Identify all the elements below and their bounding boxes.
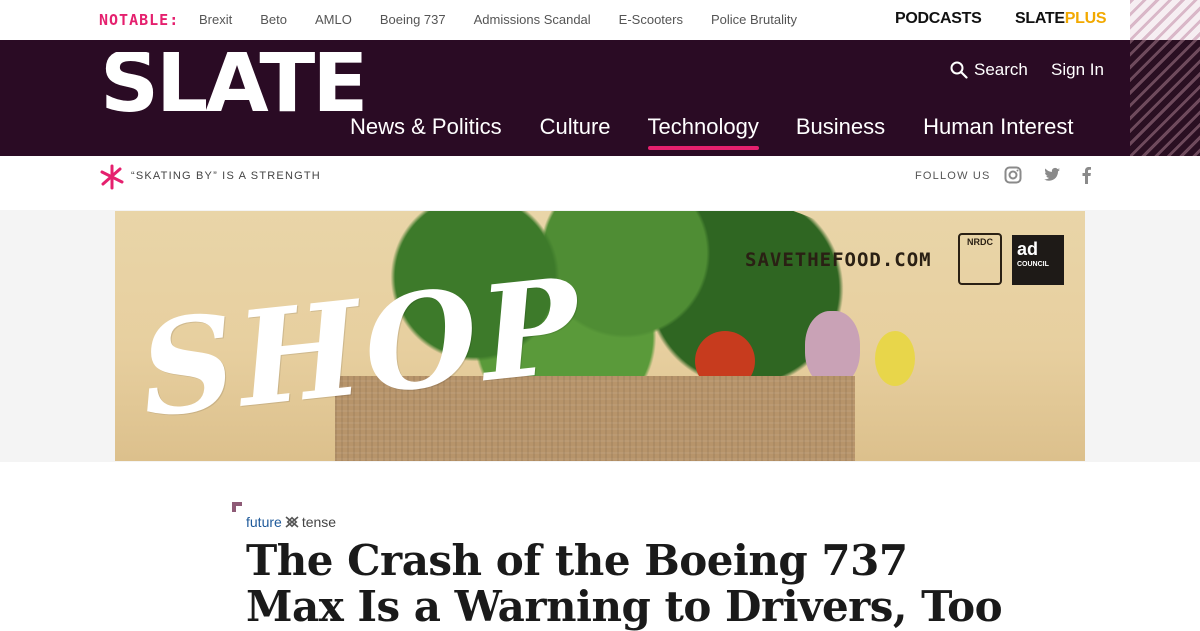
slate-logo[interactable]: SLATE: [100, 52, 365, 116]
sub-bar: “SKATING BY” IS A STRENGTH FOLLOW US: [0, 156, 1200, 210]
decorative-stripe-dark: [1130, 40, 1200, 156]
notable-topics: Brexit Beto AMLO Boeing 737 Admissions S…: [199, 12, 825, 27]
facebook-icon[interactable]: [1080, 166, 1092, 184]
follow-us-label: FOLLOW US: [915, 170, 991, 182]
ad-council-logo: ad COUNCIL: [1012, 235, 1064, 285]
nrdc-logo: NRDC: [958, 233, 1002, 285]
nav-technology[interactable]: Technology: [647, 114, 759, 150]
nav-culture[interactable]: Culture: [540, 114, 611, 140]
slate-plus-link[interactable]: SLATEPLUS: [1015, 10, 1107, 28]
section-label-future-tense[interactable]: future tense: [246, 514, 336, 530]
nav-human-interest[interactable]: Human Interest: [923, 114, 1073, 140]
topic-link-admissions-scandal[interactable]: Admissions Scandal: [474, 12, 591, 27]
topic-link-police-brutality[interactable]: Police Brutality: [711, 12, 797, 27]
ad-onion-image: [805, 311, 860, 386]
notable-label: NOTABLE:: [99, 11, 180, 29]
podcasts-link[interactable]: PODCASTS: [895, 10, 982, 28]
nav-news-politics[interactable]: News & Politics: [350, 114, 502, 140]
search-icon: [950, 61, 968, 79]
section-label-part2: tense: [301, 514, 337, 530]
active-nav-underline: [647, 146, 759, 150]
future-tense-knot-icon: [285, 516, 299, 528]
slate-plus-part2: PLUS: [1064, 10, 1107, 27]
section-label-part1: future: [246, 514, 282, 530]
notable-bar: NOTABLE: Brexit Beto AMLO Boeing 737 Adm…: [0, 0, 1200, 40]
nav-technology-label: Technology: [647, 114, 759, 139]
article-headline[interactable]: The Crash of the Boeing 737 Max Is a War…: [246, 538, 1006, 630]
topic-link-boeing-737[interactable]: Boeing 737: [380, 12, 446, 27]
slate-burst-icon: [100, 164, 124, 190]
search-button[interactable]: Search: [950, 60, 1028, 80]
ad-container: SHOP SAVETHEFOOD.COM NRDC ad COUNCIL: [0, 210, 1200, 462]
slate-plus-part1: SLATE: [1015, 10, 1065, 27]
nav-business[interactable]: Business: [796, 114, 885, 140]
instagram-icon[interactable]: [1004, 166, 1022, 184]
topic-link-e-scooters[interactable]: E-Scooters: [619, 12, 683, 27]
main-nav: News & Politics Culture Technology Busin…: [350, 114, 1074, 150]
sign-in-link[interactable]: Sign In: [1051, 60, 1104, 80]
advertisement-banner[interactable]: SHOP SAVETHEFOOD.COM NRDC ad COUNCIL: [115, 211, 1085, 461]
section-corner-mark: [232, 502, 242, 512]
search-label: Search: [974, 60, 1028, 79]
topic-link-beto[interactable]: Beto: [260, 12, 287, 27]
ad-url: SAVETHEFOOD.COM: [745, 249, 932, 271]
ad-council-logo-text: ad: [1017, 239, 1039, 259]
twitter-icon[interactable]: [1043, 166, 1061, 184]
topic-link-brexit[interactable]: Brexit: [199, 12, 232, 27]
nrdc-logo-text: NRDC: [967, 237, 993, 247]
ad-council-logo-subtext: COUNCIL: [1017, 261, 1049, 268]
topic-link-amlo[interactable]: AMLO: [315, 12, 352, 27]
ad-lemon-image: [875, 331, 915, 386]
tagline-link[interactable]: “SKATING BY” IS A STRENGTH: [131, 170, 321, 182]
